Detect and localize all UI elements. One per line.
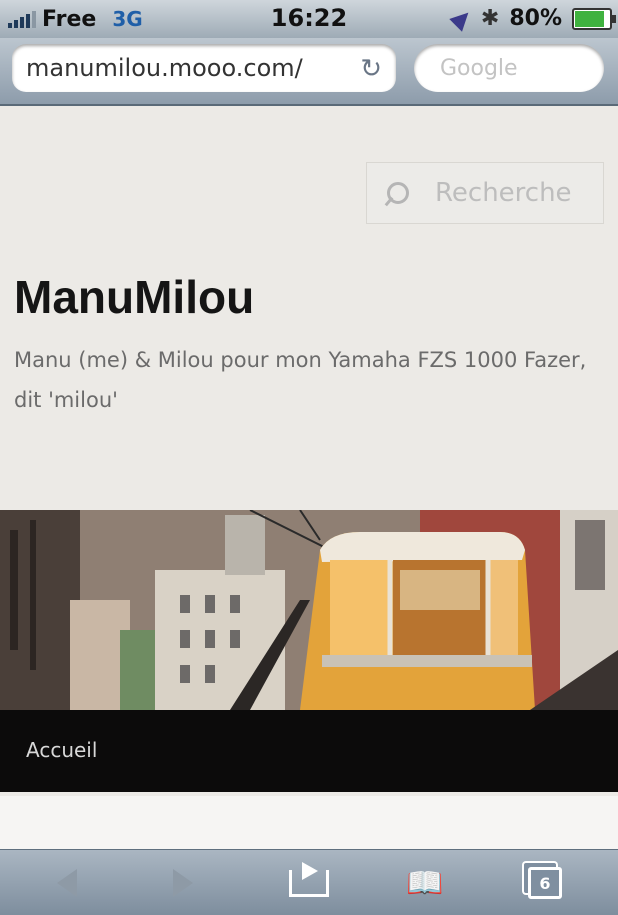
bluetooth-icon: ✱ <box>480 6 500 31</box>
status-bar: Free 3G 16:22 ✱ 80% <box>0 0 618 38</box>
site-tagline: Manu (me) & Milou pour mon Yamaha FZS 10… <box>14 348 587 412</box>
site-search-placeholder: Recherche <box>435 178 572 208</box>
reload-icon[interactable]: ↻ <box>360 54 382 84</box>
browser-address-bar: manumilou.mooo.com/ ↻ Google <box>0 38 618 106</box>
forward-arrow-icon <box>173 869 193 897</box>
location-icon <box>449 5 475 32</box>
site-search-input[interactable]: Recherche <box>366 162 604 224</box>
back-button[interactable] <box>42 862 92 904</box>
tabs-icon: 6 <box>528 867 562 899</box>
battery-percent: 80% <box>509 6 562 31</box>
tabs-button[interactable]: 6 <box>520 862 570 904</box>
browser-toolbar: 📖 6 <box>0 849 618 915</box>
iphone-screen: Free 3G 16:22 ✱ 80% manumilou.mooo.com/ … <box>0 0 618 915</box>
web-page: Recherche ManuMilou Manu (me) & Milou po… <box>0 106 618 861</box>
google-search-field[interactable]: Google <box>414 44 604 92</box>
share-icon <box>289 861 329 897</box>
tram-street-photo <box>0 510 618 710</box>
share-button[interactable] <box>284 861 334 904</box>
bookmarks-button[interactable]: 📖 <box>400 862 450 904</box>
header-image <box>0 510 618 710</box>
nav-item-accueil[interactable]: Accueil <box>26 738 97 762</box>
battery-fill <box>575 10 604 27</box>
url-field[interactable]: manumilou.mooo.com/ ↻ <box>12 44 396 92</box>
tabs-count: 6 <box>539 873 551 893</box>
search-icon <box>387 182 409 204</box>
bookmarks-icon: 📖 <box>406 865 444 901</box>
forward-button[interactable] <box>158 862 208 904</box>
battery-icon <box>572 7 616 30</box>
site-title[interactable]: ManuMilou <box>14 270 254 324</box>
back-arrow-icon <box>57 869 77 897</box>
google-search-placeholder: Google <box>440 55 518 81</box>
site-nav-bar: Accueil <box>0 710 618 792</box>
url-text: manumilou.mooo.com/ <box>26 54 303 82</box>
